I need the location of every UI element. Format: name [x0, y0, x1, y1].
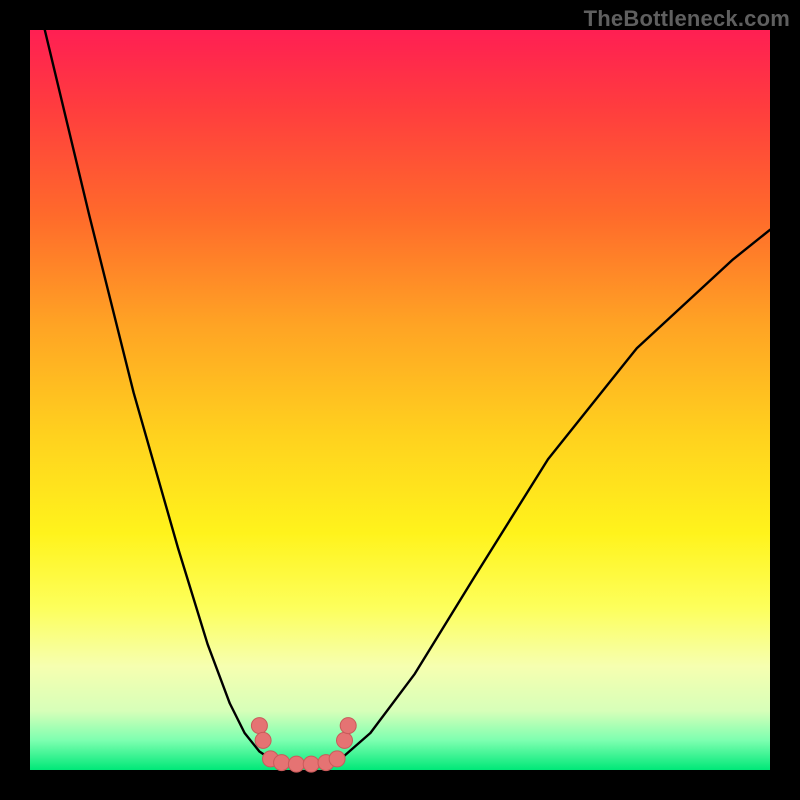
valley-marker [303, 756, 319, 772]
plot-area [30, 30, 770, 770]
valley-markers [251, 718, 356, 772]
chart-stage: TheBottleneck.com [0, 0, 800, 800]
valley-marker [337, 732, 353, 748]
valley-marker [340, 718, 356, 734]
bottleneck-curve [45, 30, 770, 764]
curve-overlay [30, 30, 770, 770]
watermark-text: TheBottleneck.com [584, 6, 790, 32]
valley-marker [274, 755, 290, 771]
valley-marker [251, 718, 267, 734]
valley-marker [288, 756, 304, 772]
valley-marker [329, 751, 345, 767]
valley-marker [255, 732, 271, 748]
